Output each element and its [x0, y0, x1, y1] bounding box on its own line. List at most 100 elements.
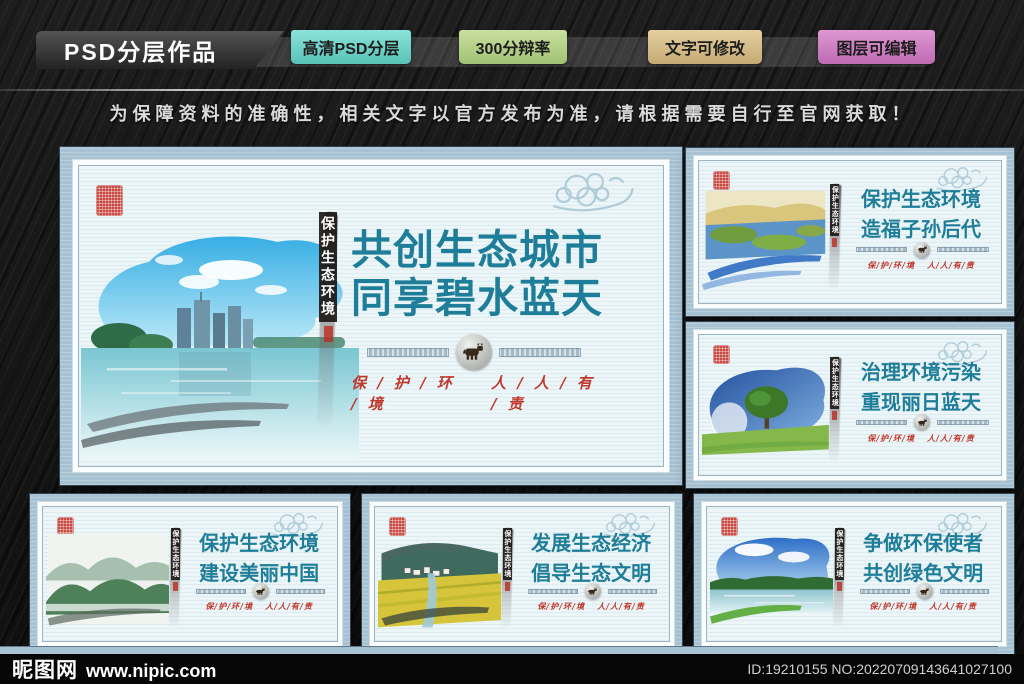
pattern-bar — [367, 347, 449, 357]
poster-bottom-left: 保护生态环境 保护生态环境 建设美丽中国 保/护/环/境 人/人/有/责 — [30, 494, 350, 654]
divider — [856, 241, 989, 259]
badge-label: 高清PSD分层 — [302, 41, 400, 58]
vertical-banner-text: 保护生态环境 — [830, 183, 840, 236]
headline-line1: 保护生态环境 — [199, 531, 320, 556]
headline-line2: 造福子孙后代 — [860, 216, 981, 241]
disclaimer-text: 为保障资料的准确性，相关文字以官方发布为准，请根据需要自行至官网获取！ — [109, 104, 915, 124]
badge-hd-psd-layers: 高清PSD分层 — [289, 27, 413, 64]
poster-headline: 发展生态经济 倡导生态文明 — [516, 528, 666, 588]
pattern-bar — [856, 247, 908, 253]
badge-editable-layers: 图层可编辑 — [816, 27, 937, 64]
pattern-bar — [607, 588, 658, 594]
slogan-right: 人/人/有/责 — [926, 260, 975, 271]
pattern-bar — [527, 588, 578, 594]
vertical-banner-text: 保护生态环境 — [170, 528, 180, 581]
vertical-banner-text: 保护生态环境 — [319, 212, 337, 322]
poster-slogan: 保/护/环/境 人/人/有/责 — [844, 260, 998, 271]
ribbon-fold-icon — [919, 27, 937, 37]
poster-content: 保护生态环境 保护生态环境 造福子孙后代 保/护/环/境 人/人/有/责 — [698, 160, 1002, 304]
badge-label: 文字可修改 — [664, 41, 745, 58]
pattern-bar — [856, 419, 908, 425]
slogan-left: 保/护/环/境 — [867, 433, 915, 443]
footer-bar: 昵图网 www.nipic.com ID:19210155 NO:2022070… — [0, 654, 1024, 684]
divider — [527, 582, 658, 600]
pattern-bar — [937, 419, 989, 425]
headline-line1: 保护生态环境 — [860, 186, 981, 211]
poster-photo-lake — [709, 530, 834, 629]
poster-right-middle: 保护生态环境 治理环境污染 重现丽日蓝天 保/护/环/境 人/人/有/责 — [686, 322, 1014, 488]
vertical-banner-text: 保护生态环境 — [830, 357, 840, 410]
slogan-right: 人 / 人 / 有 / 责 — [491, 374, 595, 413]
vertical-banner: 保护生态环境 — [169, 528, 182, 628]
poster-headline: 治理环境污染 重现丽日蓝天 — [844, 357, 998, 417]
poster-headline: 保护生态环境 造福子孙后代 — [844, 184, 998, 244]
seal-stamp-icon — [97, 186, 122, 215]
poster-content: 保护生态环境 共创生态城市 同享碧水蓝天 保 / 护 / 环 / 境 人 / 人… — [78, 165, 664, 467]
headline-line1: 共创生态城市 — [351, 226, 603, 274]
poster-photo-village — [377, 530, 502, 629]
pattern-bar — [939, 588, 990, 594]
ox-emblem-icon — [916, 583, 933, 600]
ox-emblem-icon — [914, 241, 931, 258]
separator-line — [0, 89, 1024, 91]
slogan-right: 人/人/有/责 — [597, 600, 645, 611]
slogan-right: 人/人/有/责 — [929, 600, 977, 611]
badge-label: 300分辩率 — [475, 41, 551, 58]
poster-content: 保护生态环境 保护生态环境 建设美丽中国 保/护/环/境 人/人/有/责 — [42, 506, 338, 642]
site-url: www.nipic.com — [86, 661, 217, 681]
poster-slogan: 保 / 护 / 环 / 境 人 / 人 / 有 / 责 — [351, 372, 603, 414]
seal-mark — [172, 582, 178, 592]
ox-emblem-icon — [914, 414, 931, 431]
poster-slogan: 保/护/环/境 人/人/有/责 — [844, 433, 998, 444]
vertical-banner: 保护生态环境 — [317, 211, 339, 427]
divider — [195, 582, 326, 600]
slogan-left: 保/护/环/境 — [867, 260, 915, 271]
divider — [856, 413, 989, 431]
slogan-left: 保/护/环/境 — [537, 600, 586, 611]
headline-line1: 治理环境污染 — [860, 360, 981, 385]
slogan-left: 保/护/环/境 — [205, 600, 254, 611]
vertical-banner: 保护生态环境 — [828, 183, 842, 289]
badge-label: 图层可编辑 — [836, 41, 917, 58]
vertical-banner-text: 保护生态环境 — [834, 528, 844, 581]
badge-300dpi: 300分辩率 — [457, 27, 569, 64]
ribbon-fold-icon — [746, 27, 764, 37]
poster-bottom-middle: 保护生态环境 发展生态经济 倡导生态文明 保/护/环/境 人/人/有/责 — [362, 494, 682, 654]
headline-line1: 争做环保使者 — [863, 531, 984, 556]
slogan-left: 保/护/环/境 — [869, 600, 918, 611]
ribbon-fold-icon — [457, 27, 475, 37]
poster-headline: 共创生态城市 同享碧水蓝天 — [351, 226, 603, 323]
slogan-left: 保 / 护 / 环 / 境 — [351, 374, 455, 413]
headline-line1: 发展生态经济 — [531, 531, 652, 556]
slogan-right: 人/人/有/责 — [926, 433, 975, 443]
page-title: PSD分层作品 — [36, 31, 284, 69]
poster-content: 保护生态环境 治理环境污染 重现丽日蓝天 保/护/环/境 人/人/有/责 — [698, 334, 1002, 476]
vertical-banner: 保护生态环境 — [833, 528, 846, 628]
site-logo-text: 昵图网 — [12, 659, 78, 682]
poster-headline: 保护生态环境 建设美丽中国 — [184, 528, 334, 588]
poster-slogan: 保/护/环/境 人/人/有/责 — [848, 601, 998, 612]
ox-emblem-icon — [252, 583, 269, 600]
ribbon-fold-icon — [816, 27, 834, 37]
poster-photo-mountains — [45, 530, 170, 629]
site-watermark: 昵图网 www.nipic.com — [12, 654, 216, 684]
poster-slogan: 保/护/环/境 人/人/有/责 — [516, 601, 666, 612]
vertical-banner: 保护生态环境 — [828, 357, 842, 462]
seal-mark — [832, 411, 838, 421]
poster-content: 保护生态环境 发展生态经济 倡导生态文明 保/护/环/境 人/人/有/责 — [374, 506, 670, 642]
poster-content: 保护生态环境 争做环保使者 共创绿色文明 保/护/环/境 人/人/有/责 — [706, 506, 1002, 642]
image-id-text: ID:19210155 NO:20220709143641027100 — [747, 661, 1012, 677]
seal-mark — [836, 582, 842, 592]
ox-emblem-icon — [584, 583, 601, 600]
poster-right-top: 保护生态环境 保护生态环境 造福子孙后代 保/护/环/境 人/人/有/责 — [686, 148, 1014, 316]
poster-headline: 争做环保使者 共创绿色文明 — [848, 528, 998, 588]
divider — [367, 334, 581, 370]
poster-photo-tree — [702, 359, 829, 463]
pattern-bar — [275, 588, 326, 594]
pattern-bar — [937, 247, 989, 253]
ribbon-fold-icon — [646, 27, 664, 37]
headline-line2: 同享碧水蓝天 — [351, 274, 603, 323]
cloud-motif-icon — [535, 168, 643, 222]
pattern-bar — [499, 347, 581, 357]
pattern-bar — [859, 588, 910, 594]
